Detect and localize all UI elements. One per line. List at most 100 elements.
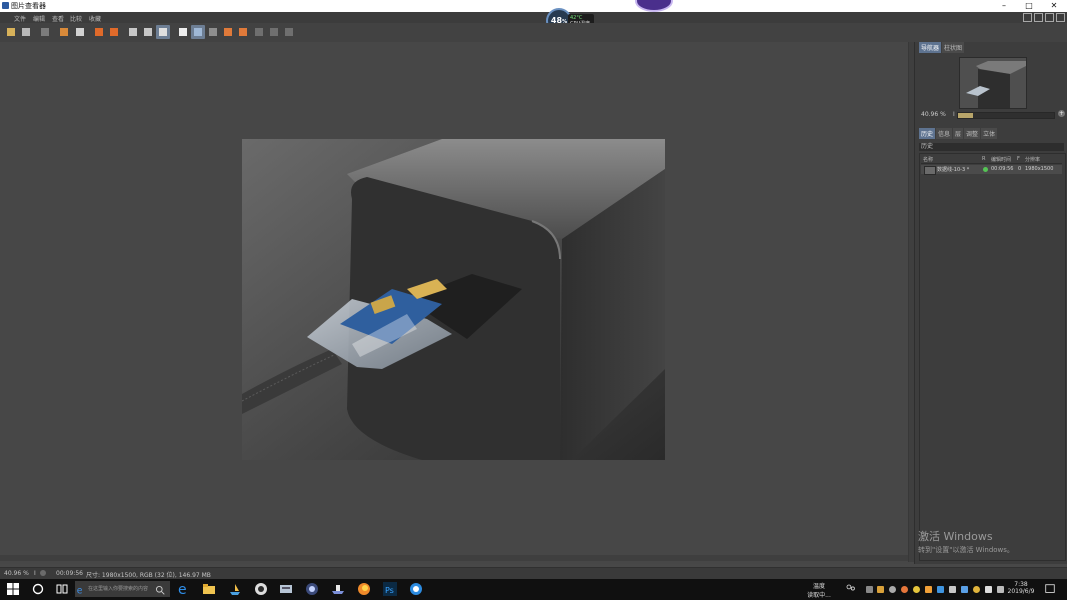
task-view-icon[interactable] [55, 582, 69, 596]
image-viewer-icon[interactable] [305, 582, 319, 596]
photoshop-icon[interactable]: Ps [383, 582, 397, 596]
zoom-in-button[interactable]: + [1058, 110, 1065, 117]
search-icon[interactable] [155, 585, 165, 595]
tab-adjust[interactable]: 调整 [964, 128, 981, 139]
app-icon [2, 2, 9, 9]
tab-stereo[interactable]: 立体 [981, 128, 998, 139]
info-icon[interactable] [156, 25, 170, 39]
menu-view[interactable]: 查看 [52, 14, 64, 23]
fit-icon[interactable] [57, 25, 71, 39]
disk-tool-icon[interactable] [279, 582, 293, 596]
navigator-thumbnail[interactable] [959, 57, 1027, 109]
zoom-row: 40.96 % I + [919, 110, 1065, 119]
open-folder-icon[interactable] [4, 25, 18, 39]
menu-file[interactable]: 文件 [14, 14, 26, 23]
layout-split-icon[interactable] [1034, 13, 1043, 22]
weather-widget[interactable]: 温度 读取中... [803, 581, 835, 599]
minimize-button[interactable]: – [993, 0, 1015, 12]
maximize-button[interactable]: □ [1018, 0, 1040, 12]
people-icon[interactable] [845, 583, 856, 594]
windows-start-icon[interactable] [6, 582, 20, 596]
tray-app-5-icon[interactable] [913, 586, 920, 593]
toolbar [0, 23, 1067, 43]
tab-info[interactable]: 信息 [936, 128, 953, 139]
column-r[interactable]: R [982, 156, 985, 162]
tray-app-6-icon[interactable] [925, 586, 932, 593]
save-icon[interactable] [19, 25, 33, 39]
taskbar: 在这里输入你要搜索的内容 e e Ps 温度 读取中... 7:38 2019/… [0, 579, 1067, 600]
tab-layers[interactable]: 层 [953, 128, 964, 139]
tray-app-3-icon[interactable] [889, 586, 896, 593]
notification-icon[interactable] [1044, 583, 1056, 595]
volume-icon[interactable] [985, 586, 992, 593]
image-canvas[interactable] [0, 42, 910, 564]
menu-compare[interactable]: 比较 [70, 14, 82, 23]
history-row-name: 数据线-10-3 * [937, 167, 970, 173]
clock[interactable]: 7:38 2019/6/9 [1005, 581, 1037, 595]
view-mode-icon[interactable] [176, 25, 190, 39]
chrome-icon[interactable] [254, 582, 268, 596]
svg-text:Ps: Ps [385, 586, 394, 595]
keyboard-icon[interactable] [997, 586, 1004, 593]
search-ie-icon: e [77, 586, 83, 595]
zoom-slider-fill [958, 113, 974, 118]
panel-layout-tools [1023, 13, 1065, 22]
column-f[interactable]: F [1017, 156, 1020, 162]
compare-icon[interactable] [126, 25, 140, 39]
zoom-slider[interactable] [957, 112, 1055, 119]
menu-favorites[interactable]: 收藏 [89, 14, 101, 23]
tray-app-2-icon[interactable] [877, 586, 884, 593]
cortana-icon[interactable] [31, 582, 45, 596]
print-icon[interactable] [73, 25, 87, 39]
tray-app-1-icon[interactable] [866, 586, 873, 593]
weather-line2: 读取中... [807, 592, 831, 599]
svg-text:e: e [178, 582, 187, 596]
status-marker: I [34, 570, 36, 577]
tray-app-8-icon[interactable] [949, 586, 956, 593]
layout-3-icon[interactable] [282, 25, 296, 39]
grid-icon[interactable] [38, 25, 52, 39]
layout-1-icon[interactable] [252, 25, 266, 39]
grid-view-icon[interactable] [191, 25, 205, 39]
move-icon[interactable] [1045, 13, 1054, 22]
column-name[interactable]: 名称 [923, 156, 933, 163]
file-explorer-icon[interactable] [202, 582, 216, 596]
close-button[interactable]: ✕ [1043, 0, 1065, 12]
letter-b-icon[interactable] [236, 25, 250, 39]
tray-app-9-icon[interactable] [961, 586, 968, 593]
tab-navigator[interactable]: 导航器 [919, 42, 942, 53]
status-zoom[interactable]: 40.96 % [4, 570, 29, 577]
layout-single-icon[interactable] [1023, 13, 1032, 22]
firefox-icon[interactable] [357, 582, 371, 596]
layout-2-icon[interactable] [267, 25, 281, 39]
status-image-info: 尺寸: 1980x1500, RGB (32 位), 146.97 MB [86, 572, 211, 579]
column-resolution[interactable]: 分辨率 [1025, 156, 1040, 163]
letter-a-icon[interactable] [221, 25, 235, 39]
tab-histogram[interactable]: 柱状图 [942, 42, 965, 53]
edge-icon[interactable]: e [177, 582, 191, 596]
status-bar: 40.96 % I 00:09:56 尺寸: 1980x1500, RGB (3… [0, 567, 1067, 579]
tab-history[interactable]: 历史 [919, 128, 936, 139]
clock-time: 7:38 [1014, 581, 1028, 588]
viewer-app-icon[interactable] [409, 582, 423, 596]
status-dot-icon [983, 167, 988, 172]
rotate-left-icon[interactable] [92, 25, 106, 39]
tray-app-7-icon[interactable] [937, 586, 944, 593]
horizontal-scrollbar[interactable] [0, 555, 908, 561]
app-boat-icon[interactable] [228, 582, 242, 596]
thumbnail-image [960, 58, 1026, 108]
tray-app-10-icon[interactable] [973, 586, 980, 593]
rotate-right-icon[interactable] [107, 25, 121, 39]
svg-text:e: e [77, 586, 83, 595]
history-list[interactable] [919, 153, 1066, 561]
app-ship-icon[interactable] [331, 582, 345, 596]
menu-edit[interactable]: 编辑 [33, 14, 45, 23]
tray-app-4-icon[interactable] [901, 586, 908, 593]
list-view-icon[interactable] [206, 25, 220, 39]
column-time[interactable]: 编辑时间 [991, 156, 1011, 163]
clock-date: 2019/6/9 [1007, 588, 1035, 595]
window-title: 图片查看器 [11, 2, 46, 10]
compare-two-icon[interactable] [141, 25, 155, 39]
download-icon[interactable] [1056, 13, 1065, 22]
history-row[interactable]: 数据线-10-3 * 00:09:56 0 1980x1500 [921, 165, 1062, 175]
